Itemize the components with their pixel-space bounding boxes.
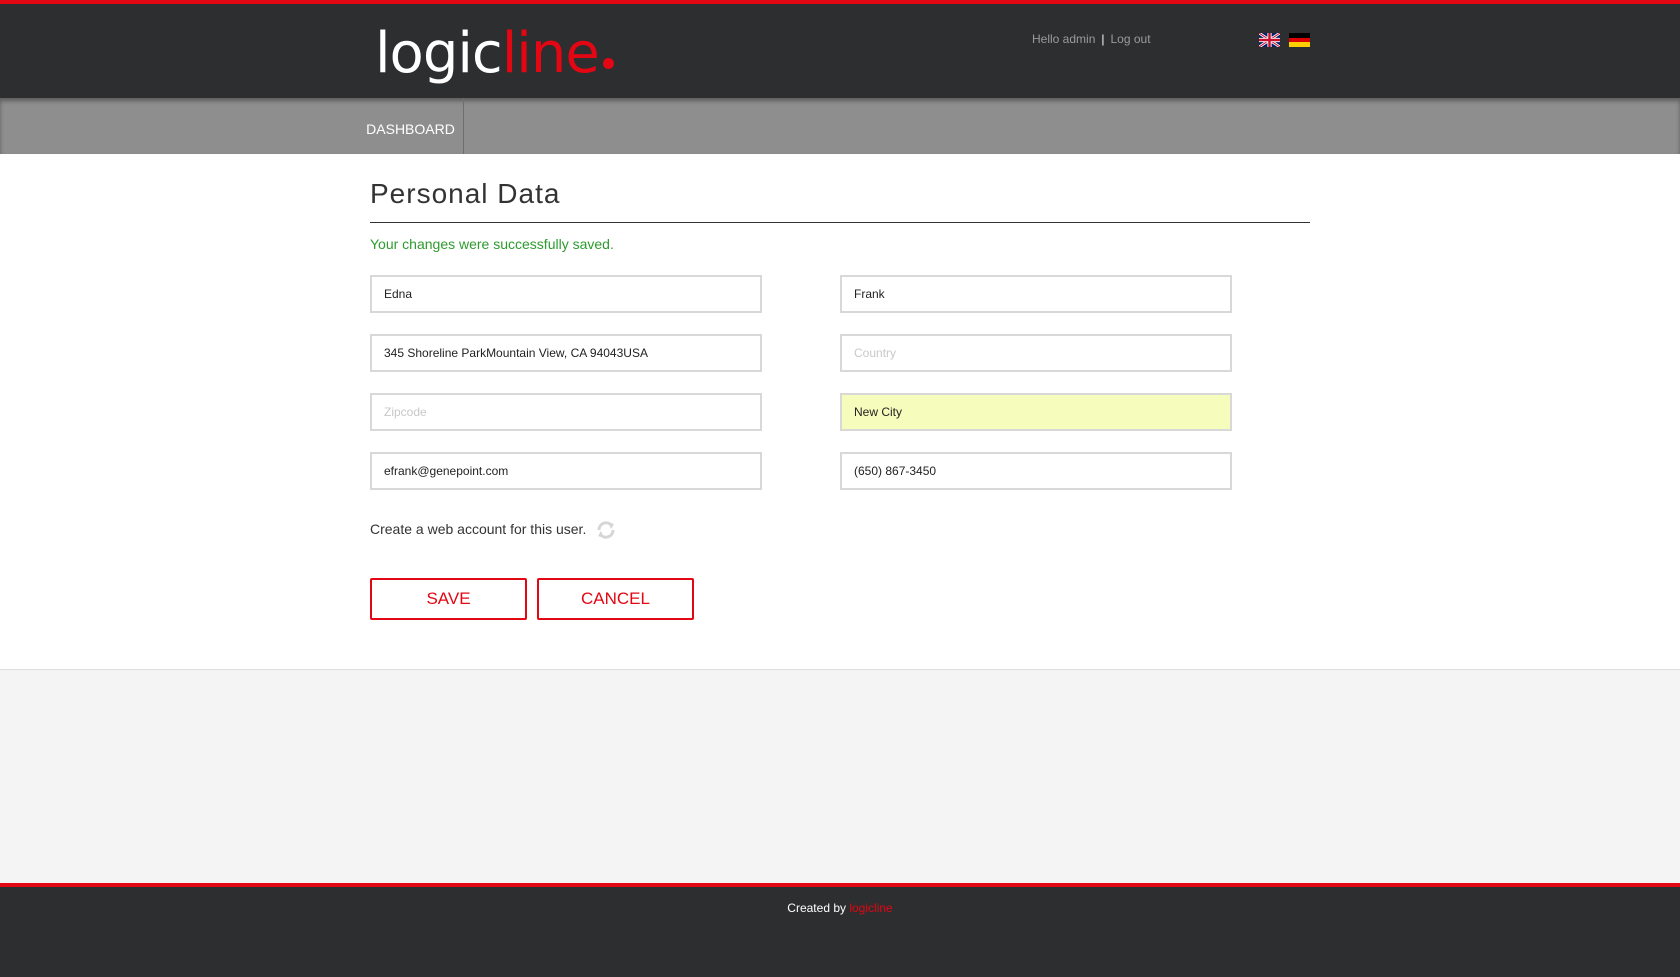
web-account-label: Create a web account for this user. <box>370 521 587 537</box>
separator: | <box>1101 32 1105 46</box>
logo[interactable]: logicline <box>375 18 614 90</box>
user-area: Hello admin | Log out <box>1032 32 1151 46</box>
logo-accent-text: line <box>501 21 600 86</box>
page-title: Personal Data <box>370 178 561 209</box>
success-message: Your changes were successfully saved. <box>370 236 614 252</box>
cancel-button[interactable]: CANCEL <box>537 578 694 620</box>
title-divider <box>370 222 1310 223</box>
phone-field[interactable] <box>840 452 1232 490</box>
logo-primary-text: logic <box>375 21 503 86</box>
german-flag-icon[interactable] <box>1289 33 1310 48</box>
email-field[interactable] <box>370 452 762 490</box>
footer-credit: Created by logicline <box>0 901 1680 915</box>
nav-item-dashboard[interactable]: DASHBOARD <box>358 98 464 154</box>
zipcode-field[interactable] <box>370 393 762 431</box>
street-field[interactable] <box>370 334 762 372</box>
city-field[interactable] <box>840 393 1232 431</box>
country-field[interactable] <box>840 334 1232 372</box>
uk-flag-icon[interactable] <box>1259 33 1280 47</box>
logout-link[interactable]: Log out <box>1111 32 1151 46</box>
main-content: Personal Data Your changes were successf… <box>0 154 1680 670</box>
main-nav: DASHBOARD <box>0 98 1680 154</box>
refresh-icon[interactable] <box>594 518 618 542</box>
header: logicline Hello admin | Log out <box>0 0 1680 98</box>
logo-dot-icon <box>602 58 614 69</box>
greeting: Hello admin <box>1032 32 1096 46</box>
footer-created-by: Created by <box>787 901 846 915</box>
footer: Created by logicline <box>0 883 1680 977</box>
first-name-field[interactable] <box>370 275 762 313</box>
last-name-field[interactable] <box>840 275 1232 313</box>
save-button[interactable]: SAVE <box>370 578 527 620</box>
footer-brand-link[interactable]: logicline <box>849 901 892 915</box>
